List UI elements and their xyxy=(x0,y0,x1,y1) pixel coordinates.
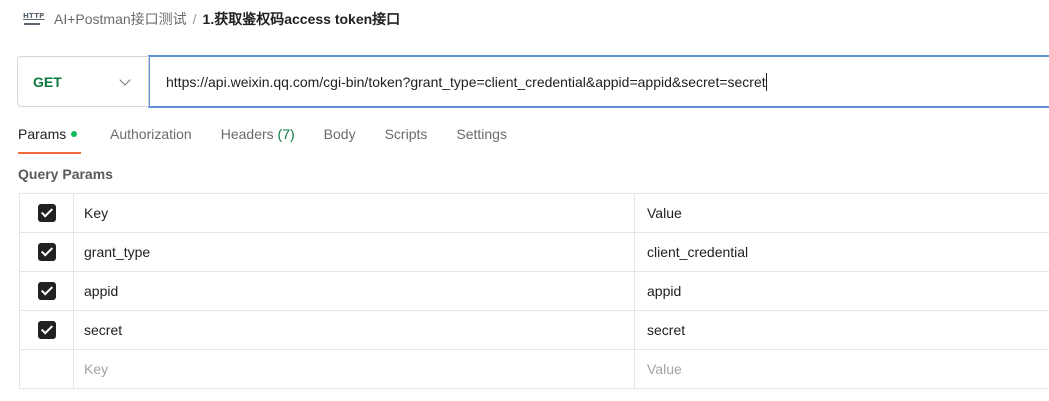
request-tabs: Params Authorization Headers (7) Body Sc… xyxy=(18,124,536,154)
tab-headers[interactable]: Headers (7) xyxy=(221,124,295,154)
query-params-title: Query Params xyxy=(18,166,113,182)
new-key-input[interactable]: Key xyxy=(73,349,635,389)
value-column-header: Value xyxy=(634,193,1049,233)
params-active-dot-icon xyxy=(71,131,78,138)
row-checkbox[interactable] xyxy=(37,243,56,262)
param-key-input[interactable]: appid xyxy=(73,271,635,311)
tab-authorization[interactable]: Authorization xyxy=(110,124,192,154)
tab-settings-label: Settings xyxy=(456,126,507,142)
tab-scripts[interactable]: Scripts xyxy=(385,124,428,154)
row-checkbox[interactable] xyxy=(37,321,56,340)
http-icon: HTTP xyxy=(22,12,44,26)
tab-settings[interactable]: Settings xyxy=(456,124,507,154)
key-column-header: Key xyxy=(73,193,635,233)
url-input[interactable]: https://api.weixin.qq.com/cgi-bin/token?… xyxy=(148,55,1049,108)
breadcrumb: HTTP AI+Postman接口测试 / 1.获取鉴权码access toke… xyxy=(22,8,400,30)
tab-headers-label: Headers xyxy=(220,126,274,142)
new-row-checkbox-cell xyxy=(19,349,74,389)
request-name[interactable]: 1.获取鉴权码access token接口 xyxy=(203,9,401,29)
request-bar: GET https://api.weixin.qq.com/cgi-bin/to… xyxy=(17,55,1049,108)
method-select[interactable]: GET xyxy=(17,56,149,107)
new-param-row: Key Value xyxy=(19,349,1049,389)
tab-body-label: Body xyxy=(323,126,356,142)
param-value-input[interactable]: client_credential xyxy=(634,232,1049,272)
row-checkbox-cell xyxy=(19,271,74,311)
table-row: appid appid xyxy=(19,271,1049,311)
method-label: GET xyxy=(33,73,62,90)
breadcrumb-collection[interactable]: AI+Postman接口测试 xyxy=(54,9,187,29)
table-row: grant_type client_credential xyxy=(19,232,1049,272)
row-checkbox-cell xyxy=(19,232,74,272)
param-key-input[interactable]: grant_type xyxy=(73,232,635,272)
param-value-input[interactable]: secret xyxy=(634,310,1049,350)
tab-params-label: Params xyxy=(18,126,67,142)
tab-body[interactable]: Body xyxy=(324,124,356,154)
breadcrumb-separator: / xyxy=(192,11,197,27)
text-cursor xyxy=(765,72,767,91)
select-all-checkbox[interactable] xyxy=(37,204,56,223)
param-key-input[interactable]: secret xyxy=(73,310,635,350)
select-all-cell xyxy=(19,193,74,233)
row-checkbox-cell xyxy=(19,310,74,350)
url-text: https://api.weixin.qq.com/cgi-bin/token?… xyxy=(166,73,766,90)
headers-count: (7) xyxy=(277,126,295,142)
table-row: secret secret xyxy=(19,310,1049,350)
table-header-row: Key Value xyxy=(19,193,1049,233)
tab-authorization-label: Authorization xyxy=(110,126,192,142)
query-params-table: Key Value grant_type client_credential a… xyxy=(19,193,1049,389)
tab-params[interactable]: Params xyxy=(18,124,81,154)
row-checkbox[interactable] xyxy=(37,282,56,301)
chevron-down-icon xyxy=(119,73,131,86)
new-value-input[interactable]: Value xyxy=(634,349,1049,389)
param-value-input[interactable]: appid xyxy=(634,271,1049,311)
tab-scripts-label: Scripts xyxy=(384,126,428,142)
